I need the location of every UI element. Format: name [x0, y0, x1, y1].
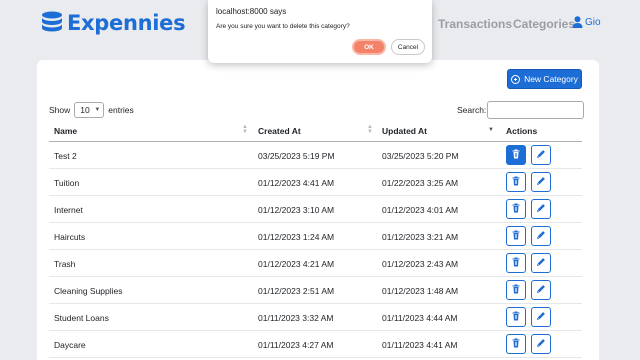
delete-button[interactable]	[506, 145, 526, 165]
updated-at: 01/11/2023 4:41 AM	[382, 340, 458, 350]
new-category-button[interactable]: New Category	[507, 69, 582, 89]
plus-circle-icon	[511, 74, 521, 84]
edit-button[interactable]	[531, 226, 551, 246]
created-at: 01/12/2023 4:21 AM	[258, 259, 335, 269]
category-name: Trash	[54, 259, 76, 269]
user-icon	[572, 16, 583, 28]
pencil-icon	[536, 200, 546, 218]
category-name: Student Loans	[54, 313, 109, 323]
table-row: Haircuts 01/12/2023 1:24 AM 01/12/2023 3:2…	[49, 223, 582, 250]
table-header: Name ▲ ▼ Created At ▲ ▼ Updated At ▼ Actio…	[49, 122, 582, 142]
table-row: Tuition 01/12/2023 4:41 AM 01/22/2023 3:25…	[49, 169, 582, 196]
column-header-actions: Actions	[506, 126, 538, 136]
nav-link-transactions[interactable]: Transactions	[438, 17, 512, 31]
delete-button[interactable]	[506, 253, 526, 273]
brand-logo[interactable]: Expennies	[41, 11, 186, 35]
category-name: Daycare	[54, 340, 86, 350]
delete-button[interactable]	[506, 226, 526, 246]
edit-button[interactable]	[531, 334, 551, 354]
table-row: Daycare 01/11/2023 4:27 AM 01/11/2023 4:41…	[49, 331, 582, 358]
table-row: Internet 01/12/2023 3:10 AM 01/12/2023 4:0…	[49, 196, 582, 223]
dialog-cancel-button[interactable]: Cancel	[391, 39, 425, 55]
trash-icon	[511, 227, 521, 245]
trash-icon	[511, 308, 521, 326]
created-at: 01/12/2023 2:51 AM	[258, 286, 335, 296]
edit-button[interactable]	[531, 307, 551, 327]
brand-name: Expennies	[67, 11, 186, 35]
column-header-created[interactable]: Created At	[258, 126, 301, 136]
confirm-dialog: localhost:8000 says Are you sure you wan…	[208, 0, 432, 63]
page-size-value: 10	[80, 105, 90, 115]
sort-desc-icon[interactable]: ▼	[488, 127, 494, 133]
trash-icon	[511, 254, 521, 272]
pencil-icon	[536, 335, 546, 353]
pencil-icon	[536, 173, 546, 191]
trash-icon	[511, 173, 521, 191]
user-name: Gio	[585, 16, 601, 28]
search-input[interactable]	[487, 101, 585, 119]
delete-button[interactable]	[506, 334, 526, 354]
search-label: Search:	[457, 105, 487, 115]
created-at: 01/12/2023 3:10 AM	[258, 205, 335, 215]
dialog-message: Are you sure you want to delete this cat…	[216, 23, 350, 30]
sort-icon[interactable]: ▲ ▼	[242, 124, 248, 135]
new-category-label: New Category	[524, 74, 578, 84]
column-header-updated[interactable]: Updated At	[382, 126, 427, 136]
created-at: 01/12/2023 4:41 AM	[258, 178, 335, 188]
database-icon	[42, 11, 62, 32]
edit-button[interactable]	[531, 280, 551, 300]
trash-icon	[511, 146, 521, 164]
category-name: Haircuts	[54, 232, 86, 242]
column-header-name[interactable]: Name	[54, 126, 77, 136]
delete-button[interactable]	[506, 199, 526, 219]
table-row: Trash 01/12/2023 4:21 AM 01/12/2023 2:43 A…	[49, 250, 582, 277]
created-at: 01/12/2023 1:24 AM	[258, 232, 335, 242]
search-control: Search:	[457, 101, 585, 119]
table-row: Cleaning Supplies 01/12/2023 2:51 AM 01/12…	[49, 277, 582, 304]
page-size-select[interactable]: 10 ▼	[74, 102, 105, 118]
category-name: Test 2	[54, 151, 77, 161]
sort-icon[interactable]: ▲ ▼	[367, 124, 373, 135]
entries-label: entries	[108, 105, 134, 115]
delete-button[interactable]	[506, 280, 526, 300]
table-row: Test 2 03/25/2023 5:19 PM 03/25/2023 5:20 …	[49, 142, 582, 169]
delete-button[interactable]	[506, 172, 526, 192]
user-menu[interactable]: Gio	[572, 16, 601, 28]
pencil-icon	[536, 146, 546, 164]
pencil-icon	[536, 308, 546, 326]
pencil-icon	[536, 254, 546, 272]
dialog-ok-button[interactable]: OK	[352, 39, 386, 55]
trash-icon	[511, 200, 521, 218]
updated-at: 01/11/2023 4:44 AM	[382, 313, 458, 323]
chevron-down-icon: ▼	[94, 107, 101, 113]
pencil-icon	[536, 281, 546, 299]
trash-icon	[511, 281, 521, 299]
created-at: 03/25/2023 5:19 PM	[258, 151, 335, 161]
updated-at: 01/12/2023 1:48 AM	[382, 286, 459, 296]
trash-icon	[511, 335, 521, 353]
page-size-control: Show 10 ▼ entries	[49, 102, 134, 118]
dialog-title: localhost:8000 says	[216, 7, 287, 16]
created-at: 01/11/2023 3:32 AM	[258, 313, 334, 323]
category-name: Cleaning Supplies	[54, 286, 123, 296]
edit-button[interactable]	[531, 172, 551, 192]
updated-at: 01/22/2023 3:25 AM	[382, 178, 459, 188]
pencil-icon	[536, 227, 546, 245]
category-name: Internet	[54, 205, 83, 215]
edit-button[interactable]	[531, 145, 551, 165]
categories-card: New Category Show 10 ▼ entries Search: N…	[37, 60, 599, 360]
show-label: Show	[49, 105, 71, 115]
created-at: 01/11/2023 4:27 AM	[258, 340, 334, 350]
updated-at: 01/12/2023 4:01 AM	[382, 205, 459, 215]
category-name: Tuition	[54, 178, 80, 188]
updated-at: 01/12/2023 3:21 AM	[382, 232, 459, 242]
edit-button[interactable]	[531, 253, 551, 273]
delete-button[interactable]	[506, 307, 526, 327]
updated-at: 03/25/2023 5:20 PM	[382, 151, 459, 161]
edit-button[interactable]	[531, 199, 551, 219]
nav-link-categories[interactable]: Categories	[513, 17, 575, 31]
table-row: Student Loans 01/11/2023 3:32 AM 01/11/202…	[49, 304, 582, 331]
updated-at: 01/12/2023 2:43 AM	[382, 259, 459, 269]
